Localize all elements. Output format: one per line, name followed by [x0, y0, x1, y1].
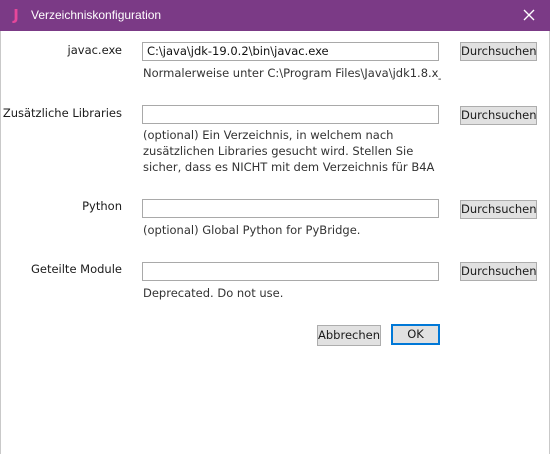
python-label: Python	[82, 199, 122, 213]
python-path-input[interactable]	[142, 199, 439, 218]
javac-browse-button[interactable]: Durchsuchen	[460, 42, 537, 61]
javac-path-input[interactable]: C:\java\jdk-19.0.2\bin\javac.exe	[142, 42, 439, 61]
javac-label: javac.exe	[67, 43, 122, 57]
python-hint: (optional) Global Python for PyBridge.	[143, 223, 361, 237]
libraries-path-input[interactable]	[142, 105, 439, 124]
libraries-hint: (optional) Ein Verzeichnis, in welchem n…	[143, 128, 435, 174]
dialog-body: javac.exe C:\java\jdk-19.0.2\bin\javac.e…	[0, 31, 550, 454]
close-icon	[523, 9, 535, 21]
shared-modules-hint: Deprecated. Do not use.	[143, 286, 284, 300]
libraries-browse-button[interactable]: Durchsuchen	[460, 106, 537, 125]
ok-button[interactable]: OK	[391, 324, 440, 345]
python-browse-button[interactable]: Durchsuchen	[460, 200, 537, 219]
libraries-label: Zusätzliche Libraries	[2, 106, 122, 120]
title-bar: J Verzeichniskonfiguration	[0, 0, 550, 31]
shared-modules-browse-button[interactable]: Durchsuchen	[460, 262, 537, 281]
javac-hint: Normalerweise unter C:\Program Files\Jav…	[143, 66, 441, 80]
cancel-button[interactable]: Abbrechen	[317, 325, 381, 346]
window-title: Verzeichniskonfiguration	[31, 8, 162, 22]
shared-modules-path-input[interactable]	[142, 262, 439, 281]
close-button[interactable]	[518, 5, 540, 25]
shared-modules-label: Geteilte Module	[30, 262, 122, 276]
app-icon: J	[13, 6, 19, 24]
